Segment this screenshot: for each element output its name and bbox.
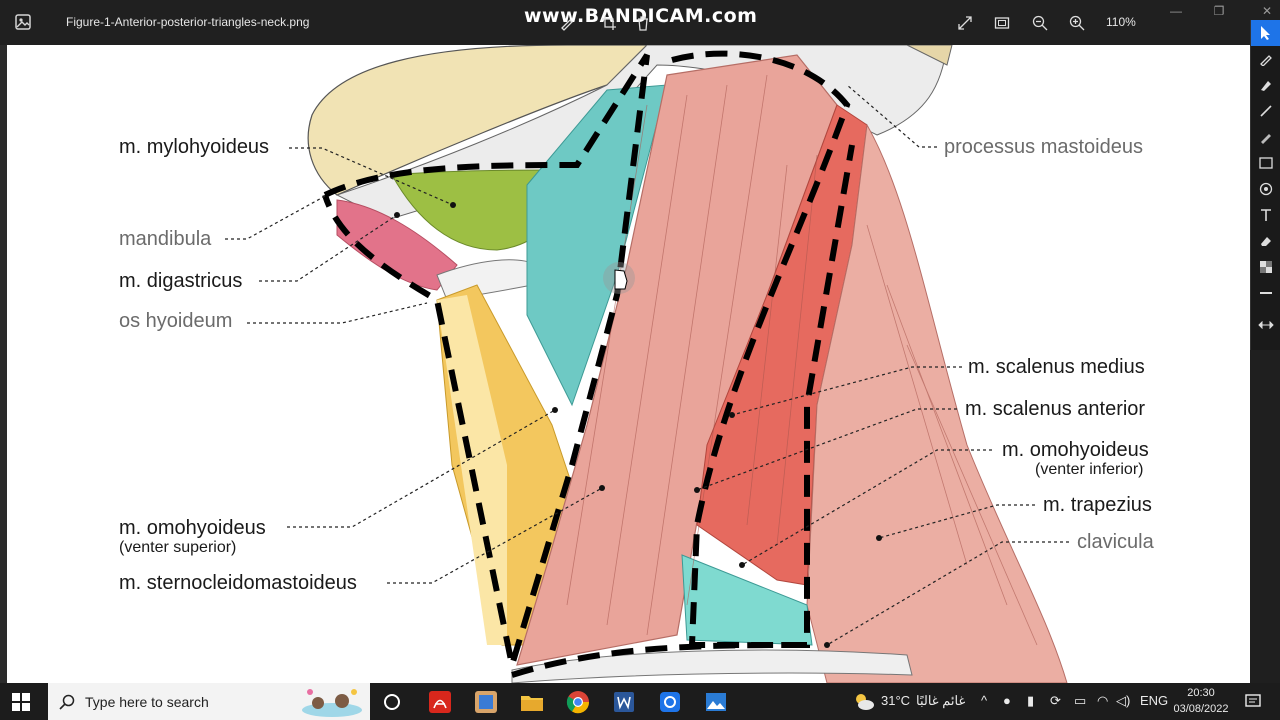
- thickness-tool-icon[interactable]: [1251, 280, 1280, 306]
- rectangle-tool-icon[interactable]: [1251, 150, 1280, 176]
- eraser-tool-icon[interactable]: [1251, 228, 1280, 254]
- label-sternocleidomastoideus: m. sternocleidomastoideus: [119, 572, 357, 594]
- marker-tool-icon[interactable]: [1251, 72, 1280, 98]
- numbering-tool-icon[interactable]: [1251, 176, 1280, 202]
- crop-icon[interactable]: [598, 12, 620, 34]
- line-tool-icon[interactable]: [1251, 98, 1280, 124]
- input-language[interactable]: ENG: [1140, 693, 1168, 708]
- anatomy-figure: m. mylohyoideus mandibula m. digastricus…: [7, 45, 1250, 683]
- label-scalenus-medius: m. scalenus medius: [968, 356, 1145, 378]
- label-processus-mastoideus: processus mastoideus: [944, 136, 1143, 158]
- search-highlight-illustration-icon: [302, 689, 362, 717]
- mosaic-tool-icon[interactable]: [1251, 254, 1280, 280]
- chrome-icon[interactable]: [564, 688, 592, 716]
- image-viewer: m. mylohyoideus mandibula m. digastricus…: [0, 45, 1250, 683]
- weather-icon: [856, 694, 874, 710]
- label-os-hyoideum: os hyoideum: [119, 310, 233, 332]
- zoom-out-icon[interactable]: [1029, 12, 1051, 34]
- title-bar: Figure-1-Anterior-posterior-triangles-ne…: [0, 0, 1280, 45]
- restore-button[interactable]: ❐: [1208, 4, 1230, 22]
- pen-tool-icon[interactable]: [1251, 46, 1280, 72]
- label-omohyoideus-superior: m. omohyoideus: [119, 517, 266, 539]
- zoom-level: 110%: [1106, 15, 1136, 29]
- weather-description: غائم غالبًا: [916, 693, 966, 708]
- network-status-icon[interactable]: ●: [1003, 693, 1011, 708]
- wifi-icon[interactable]: ◠: [1097, 693, 1108, 709]
- app2-icon[interactable]: [656, 688, 684, 716]
- word-icon[interactable]: [610, 688, 638, 716]
- label-clavicula: clavicula: [1077, 531, 1154, 553]
- microphone-icon[interactable]: ▮: [1027, 693, 1034, 709]
- window-title: Figure-1-Anterior-posterior-triangles-ne…: [66, 15, 310, 29]
- expand-icon[interactable]: [954, 12, 976, 34]
- taskbar-search-box[interactable]: Type here to search: [48, 683, 370, 720]
- label-venter-superior: (venter superior): [119, 539, 237, 556]
- start-icon[interactable]: [10, 691, 32, 713]
- fit-icon[interactable]: [991, 12, 1013, 34]
- clock[interactable]: 20:30 03/08/2022: [1168, 685, 1234, 717]
- photos-icon[interactable]: [702, 688, 730, 716]
- draw-icon[interactable]: [556, 12, 578, 34]
- show-hidden-icons-icon[interactable]: ^: [981, 693, 987, 708]
- battery-icon[interactable]: ▭: [1074, 693, 1086, 709]
- weather-temperature: 31°C: [881, 693, 911, 708]
- highlighter-tool-icon[interactable]: [1251, 124, 1280, 150]
- taskbar: Type here to search 31°C غائم غالبًا ^ ●…: [0, 683, 1280, 720]
- minimize-button[interactable]: —: [1165, 4, 1187, 22]
- clock-date: 03/08/2022: [1173, 703, 1229, 715]
- pointer-tool-icon[interactable]: [1251, 20, 1280, 46]
- collapse-toolbar-icon[interactable]: [1251, 312, 1280, 338]
- photo-app-icon: [15, 14, 31, 30]
- label-scalenus-anterior: m. scalenus anterior: [965, 398, 1146, 420]
- drawing-toolbar: [1250, 20, 1280, 350]
- notifications-icon[interactable]: [1244, 692, 1262, 710]
- delete-icon[interactable]: [632, 12, 654, 34]
- label-mandibula: mandibula: [119, 228, 212, 250]
- text-tool-icon[interactable]: [1251, 202, 1280, 228]
- label-omohyoideus-inferior: m. omohyoideus: [1002, 439, 1149, 461]
- label-venter-inferior: (venter inferior): [1035, 461, 1144, 478]
- acrobat-icon[interactable]: [426, 688, 454, 716]
- label-digastricus: m. digastricus: [119, 270, 243, 292]
- file-explorer-icon[interactable]: [518, 688, 546, 716]
- task-view-icon[interactable]: [378, 688, 406, 716]
- sync-icon[interactable]: ⟳: [1050, 693, 1061, 709]
- zoom-in-icon[interactable]: [1066, 12, 1088, 34]
- app-icon[interactable]: [472, 688, 500, 716]
- search-icon: [59, 694, 75, 710]
- search-placeholder: Type here to search: [85, 694, 209, 710]
- volume-icon[interactable]: ◁): [1116, 693, 1130, 709]
- clock-time: 20:30: [1187, 687, 1215, 699]
- label-trapezius: m. trapezius: [1043, 494, 1152, 516]
- label-mylohyoideus: m. mylohyoideus: [119, 136, 270, 158]
